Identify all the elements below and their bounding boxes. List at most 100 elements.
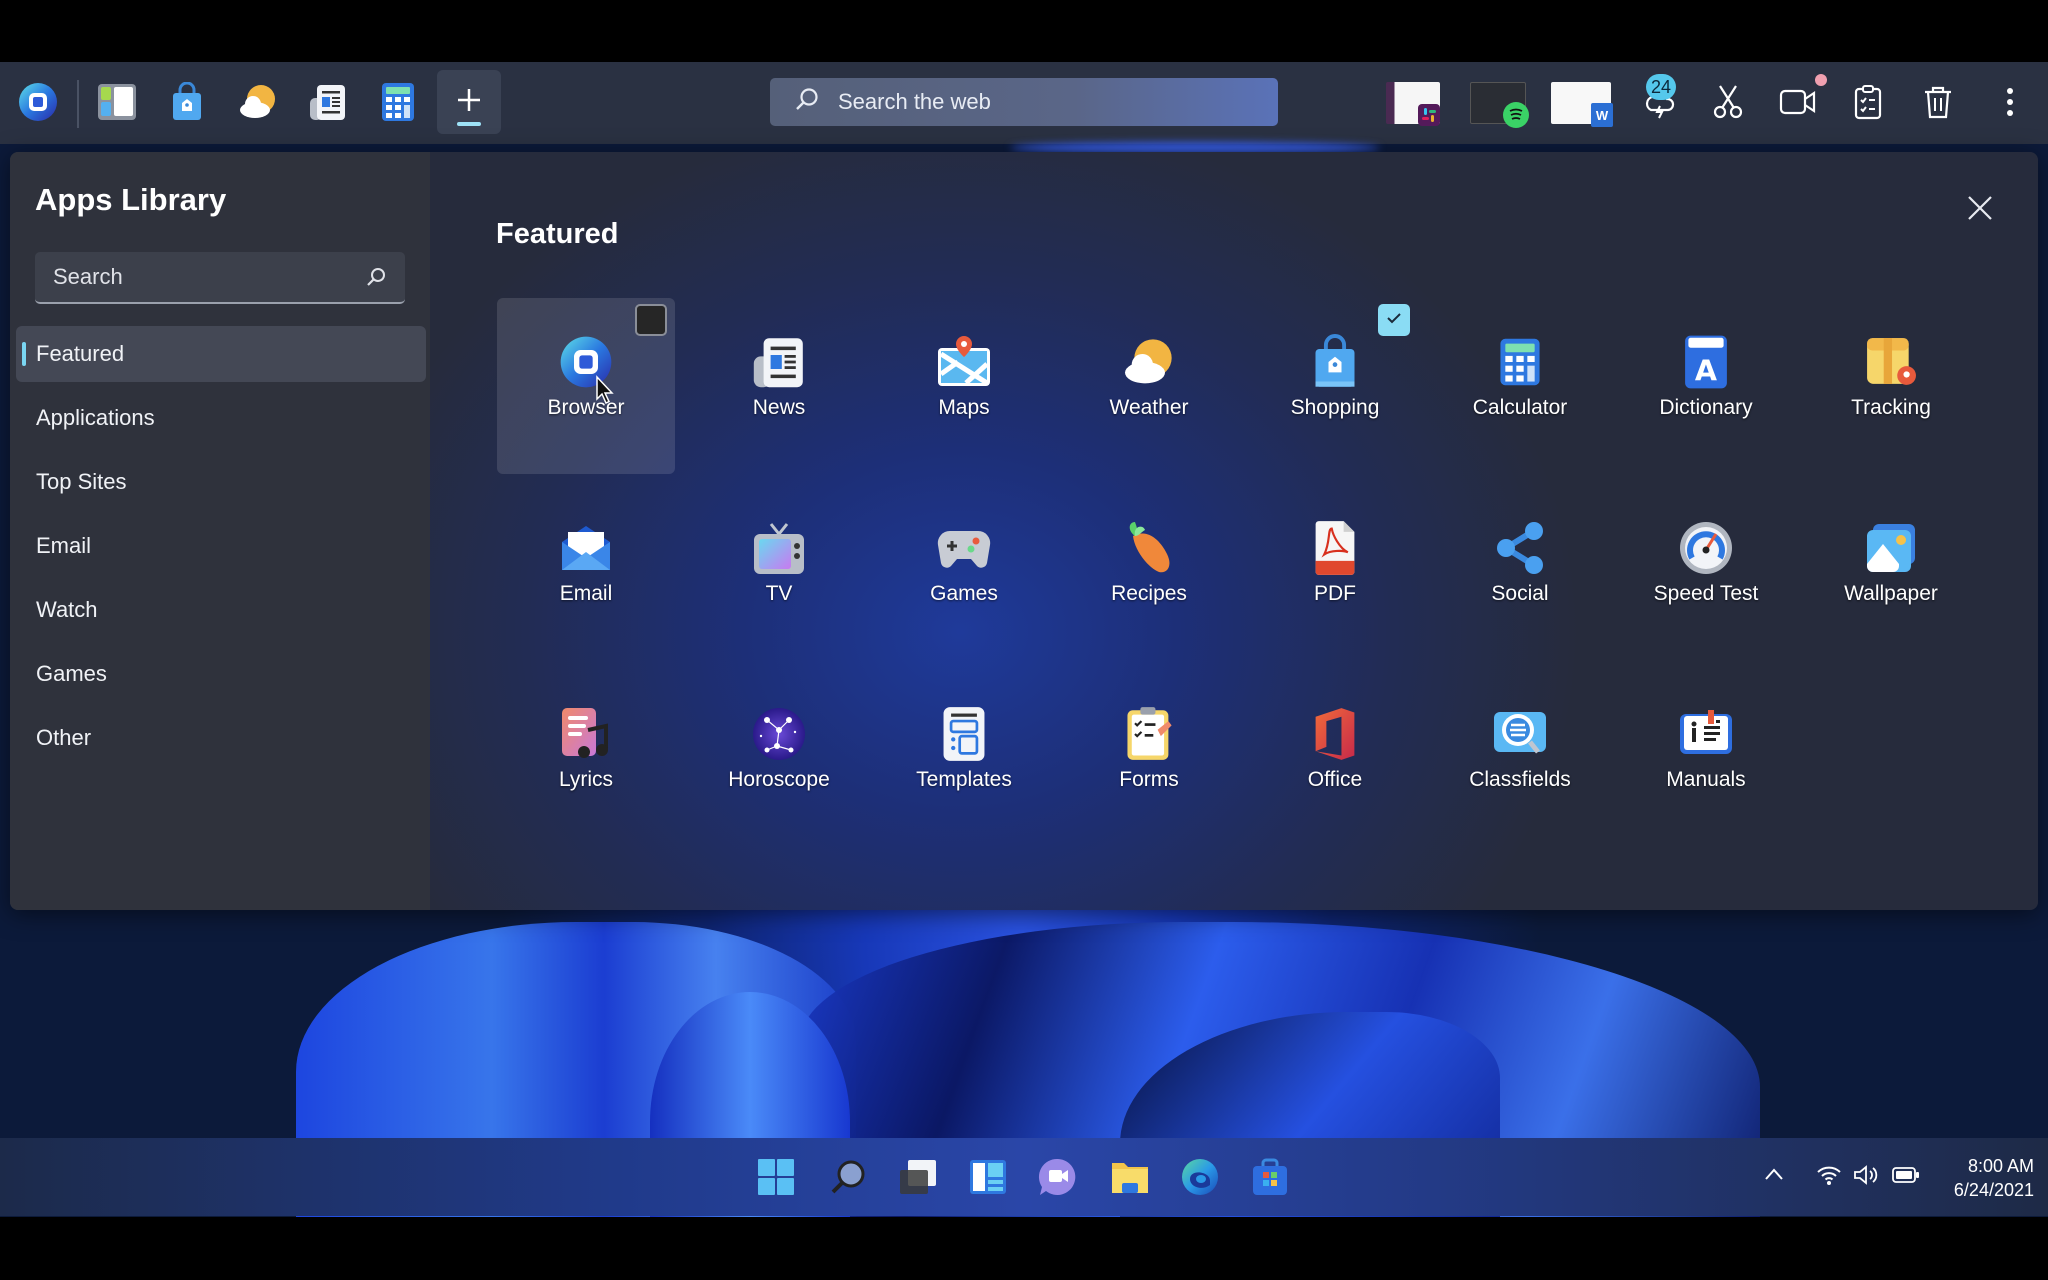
- edge-icon[interactable]: [1178, 1155, 1222, 1199]
- shopping-bag-icon[interactable]: [165, 80, 209, 124]
- search-icon: [365, 266, 387, 294]
- close-icon: [1966, 194, 1994, 227]
- sidebar-item-applications[interactable]: Applications: [16, 390, 426, 446]
- close-button[interactable]: [1960, 190, 2000, 230]
- sidebar-item-featured[interactable]: Featured: [16, 326, 426, 382]
- chevron-up-icon[interactable]: [1762, 1162, 1786, 1186]
- app-label: Maps: [938, 396, 990, 419]
- app-select-checkbox-checked[interactable]: [1378, 304, 1410, 336]
- app-label: Dictionary: [1659, 396, 1753, 419]
- app-label: Lyrics: [558, 768, 614, 791]
- widgets-icon[interactable]: [966, 1155, 1010, 1199]
- taskbar: [0, 1138, 2048, 1216]
- app-tile-tracking[interactable]: Tracking: [1802, 298, 1980, 474]
- app-tile-tv[interactable]: TV: [690, 484, 868, 660]
- topbar-divider: [77, 80, 79, 128]
- more-icon[interactable]: [1988, 80, 2032, 124]
- sidebar-item-other[interactable]: Other: [16, 710, 426, 766]
- app-tile-email[interactable]: Email: [497, 484, 675, 660]
- gamepad-icon: [936, 520, 992, 576]
- app-tile-calculator[interactable]: Calculator: [1431, 298, 1609, 474]
- task-view-icon[interactable]: [896, 1155, 940, 1199]
- search-icon[interactable]: [826, 1155, 870, 1199]
- spotify-icon: [1503, 102, 1529, 128]
- sidebar-item-label: Featured: [36, 341, 125, 366]
- file-explorer-icon[interactable]: [1108, 1155, 1152, 1199]
- app-tile-lyrics[interactable]: Lyrics: [497, 670, 675, 846]
- calculator-icon[interactable]: [376, 80, 420, 124]
- app-label: Email: [559, 582, 613, 605]
- add-app-button[interactable]: [437, 70, 501, 134]
- apps-search-placeholder: Search: [53, 264, 123, 289]
- app-tile-games[interactable]: Games: [875, 484, 1053, 660]
- app-tile-classfields[interactable]: Classfields: [1431, 670, 1609, 846]
- sidebar-item-label: Applications: [36, 405, 155, 430]
- sidebar-item-watch[interactable]: Watch: [16, 582, 426, 638]
- app-tile-social[interactable]: Social: [1431, 484, 1609, 660]
- app-tile-forms[interactable]: Forms: [1060, 670, 1238, 846]
- wallpaper-icon: [1863, 520, 1919, 576]
- app-tile-speed-test[interactable]: Speed Test: [1617, 484, 1795, 660]
- chat-icon[interactable]: [1036, 1155, 1080, 1199]
- share-icon: [1492, 520, 1548, 576]
- system-clock[interactable]: 8:00 AM 6/24/2021: [1920, 1154, 2034, 1202]
- video-icon[interactable]: [1776, 80, 1820, 124]
- app-label: Manuals: [1666, 768, 1746, 791]
- weather-icon: [1121, 334, 1177, 390]
- web-search-placeholder: Search the web: [838, 89, 991, 114]
- battery-icon[interactable]: [1890, 1162, 1922, 1188]
- clipboard-icon[interactable]: [1846, 80, 1890, 124]
- app-label: Forms: [1119, 768, 1179, 791]
- app-tile-manuals[interactable]: Manuals: [1617, 670, 1795, 846]
- app-tile-wallpaper[interactable]: Wallpaper: [1802, 484, 1980, 660]
- app-tile-news[interactable]: News: [690, 298, 868, 474]
- apps-library-panel: Apps Library Search Featured Application…: [10, 152, 2038, 910]
- manuals-icon: [1678, 706, 1734, 762]
- store-icon[interactable]: [1248, 1155, 1292, 1199]
- apps-search-input[interactable]: Search: [35, 252, 405, 304]
- app-label: Wallpaper: [1844, 582, 1938, 605]
- volume-icon[interactable]: [1852, 1162, 1882, 1188]
- app-tile-weather[interactable]: Weather: [1060, 298, 1238, 474]
- package-tracking-icon: [1863, 334, 1919, 390]
- app-label: Recipes: [1111, 582, 1187, 605]
- app-tile-office[interactable]: Office: [1246, 670, 1424, 846]
- email-icon: [558, 520, 614, 576]
- weather-icon[interactable]: [236, 80, 280, 124]
- sidebar-item-label: Games: [36, 661, 107, 686]
- clock-date: 6/24/2021: [1953, 1180, 2034, 1200]
- snip-icon[interactable]: [1706, 80, 1750, 124]
- app-tile-templates[interactable]: Templates: [875, 670, 1053, 846]
- app-tile-maps[interactable]: Maps: [875, 298, 1053, 474]
- app-label: Office: [1307, 768, 1363, 791]
- app-label: Calculator: [1472, 396, 1568, 419]
- lyrics-icon: [558, 706, 614, 762]
- browser-icon[interactable]: [16, 80, 60, 124]
- sidebar-item-top-sites[interactable]: Top Sites: [16, 454, 426, 510]
- app-label: Social: [1491, 582, 1549, 605]
- app-tile-recipes[interactable]: Recipes: [1060, 484, 1238, 660]
- start-icon[interactable]: [754, 1155, 798, 1199]
- word-icon: W: [1591, 103, 1613, 127]
- recording-indicator: [1815, 74, 1827, 86]
- mouse-cursor-icon: [595, 375, 615, 410]
- sidebar-item-label: Top Sites: [36, 469, 127, 494]
- sidebar-item-email[interactable]: Email: [16, 518, 426, 574]
- trash-icon[interactable]: [1916, 80, 1960, 124]
- slack-icon: [1418, 104, 1440, 126]
- app-tile-pdf[interactable]: PDF: [1246, 484, 1424, 660]
- widgets-icon[interactable]: [95, 80, 139, 124]
- app-select-checkbox[interactable]: [635, 304, 667, 336]
- svg-text:A: A: [1695, 354, 1717, 388]
- sidebar-item-label: Email: [36, 533, 92, 558]
- web-search-input[interactable]: Search the web: [770, 78, 1278, 126]
- sidebar-item-label: Watch: [36, 597, 98, 622]
- notification-badge: 24: [1646, 74, 1676, 100]
- app-tile-horoscope[interactable]: Horoscope: [690, 670, 868, 846]
- wifi-icon[interactable]: [1814, 1162, 1844, 1188]
- sidebar-item-games[interactable]: Games: [16, 646, 426, 702]
- news-icon[interactable]: [306, 80, 350, 124]
- app-tile-dictionary[interactable]: A Dictionary: [1617, 298, 1795, 474]
- section-title: Featured: [496, 218, 619, 250]
- app-label: Horoscope: [728, 768, 830, 791]
